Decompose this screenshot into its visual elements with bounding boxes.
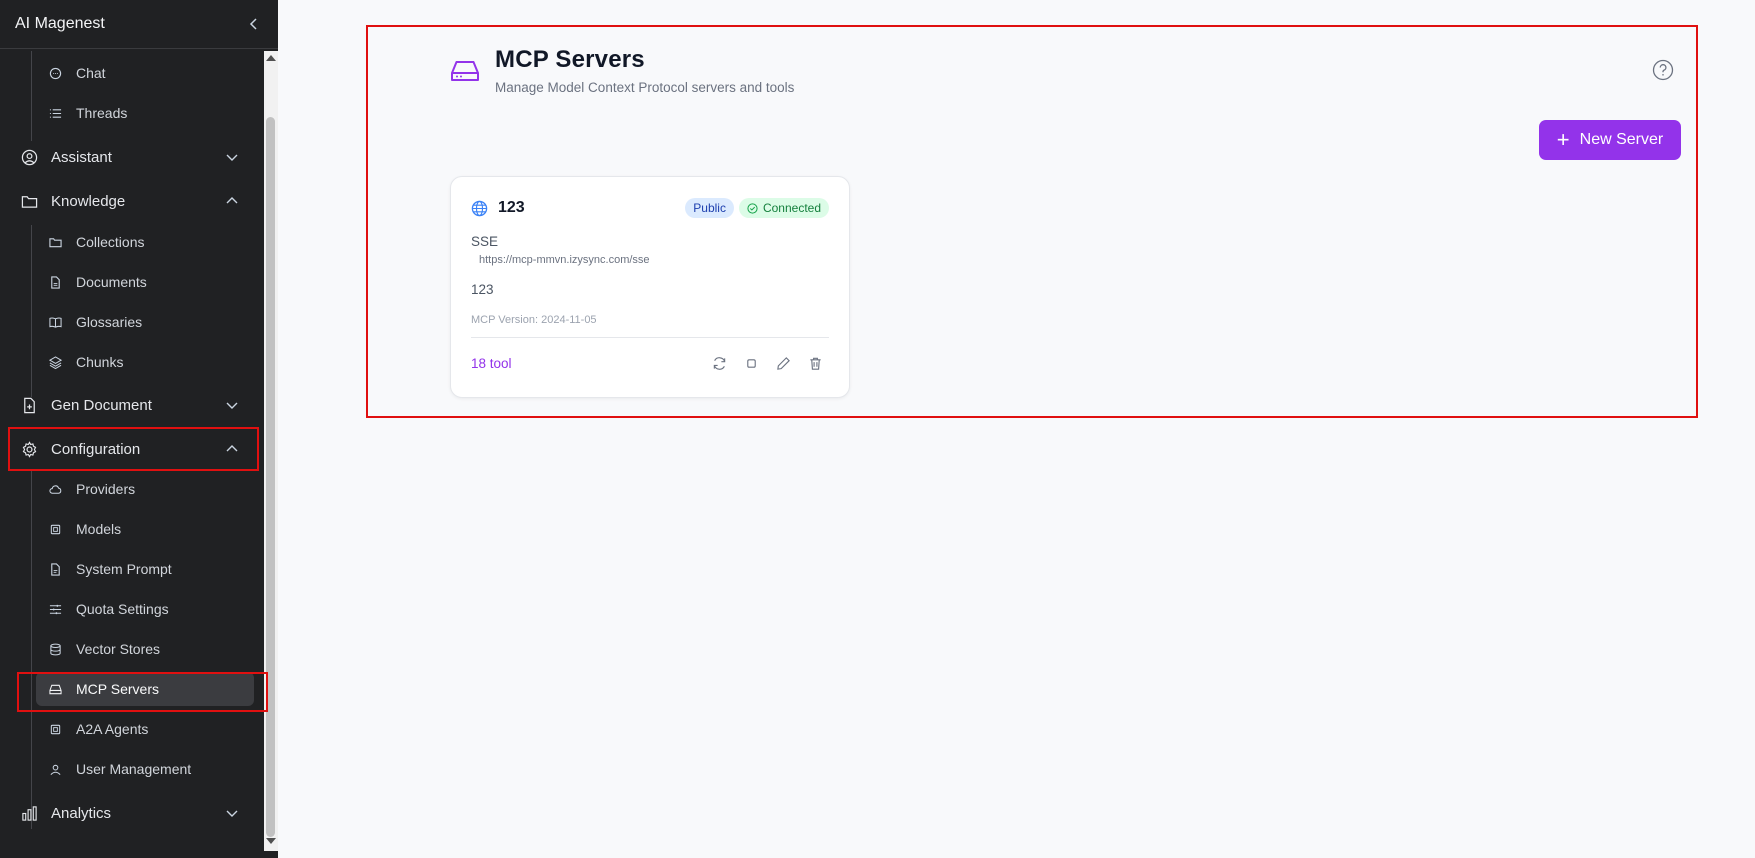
database-icon xyxy=(48,642,62,656)
file-plus-icon xyxy=(20,396,38,414)
sidebar-item-user-management[interactable]: User Management xyxy=(0,752,264,786)
sidebar-item-providers[interactable]: Providers xyxy=(0,472,264,506)
sidebar-item-label: Providers xyxy=(76,481,136,497)
sidebar-item-label: Threads xyxy=(76,105,128,121)
cloud-icon xyxy=(48,482,62,496)
sidebar-item-chat[interactable]: Chat xyxy=(0,56,264,90)
chevron-down-icon xyxy=(226,402,238,409)
sidebar-item-label: Chunks xyxy=(76,354,124,370)
sidebar-item-models[interactable]: Models xyxy=(0,512,264,546)
sidebar-item-gen-document[interactable]: Gen Document xyxy=(0,385,264,425)
users-cog-icon xyxy=(48,762,62,776)
cpu-icon xyxy=(48,722,62,736)
sidebar-item-glossaries[interactable]: Glossaries xyxy=(0,305,264,339)
sidebar-item-collections[interactable]: Collections xyxy=(0,225,264,259)
scroll-down-arrow[interactable] xyxy=(266,838,276,844)
sliders-icon xyxy=(48,602,62,616)
sidebar-item-threads[interactable]: Threads xyxy=(0,96,264,130)
sidebar-item-chunks[interactable]: Chunks xyxy=(0,345,264,379)
sidebar-item-assistant[interactable]: Assistant xyxy=(0,137,264,177)
sidebar-item-label: Collections xyxy=(76,234,145,250)
sidebar-item-label: Models xyxy=(76,521,122,537)
sidebar-item-label: Glossaries xyxy=(76,314,143,330)
user-circle-icon xyxy=(20,148,38,166)
sidebar-item-documents[interactable]: Documents xyxy=(0,265,264,299)
highlight-mcp-servers xyxy=(17,672,268,712)
sidebar-item-label: User Management xyxy=(76,761,192,777)
chevron-down-icon xyxy=(226,154,238,161)
folder-icon xyxy=(20,192,38,210)
scrollbar-thumb[interactable] xyxy=(266,117,275,837)
file-text-icon xyxy=(48,562,62,576)
sidebar-item-label: Chat xyxy=(76,65,106,81)
sidebar-item-quota-settings[interactable]: Quota Settings xyxy=(0,592,264,626)
sidebar-item-label: System Prompt xyxy=(76,561,172,577)
folder-icon xyxy=(48,235,62,249)
bar-chart-icon xyxy=(20,804,38,822)
sidebar-item-label: Quota Settings xyxy=(76,601,169,617)
brand-name: AI Magenest xyxy=(15,15,105,32)
chevron-up-icon xyxy=(226,197,238,204)
sidebar-item-a2a-agents[interactable]: A2A Agents xyxy=(0,712,264,746)
sidebar-item-label: Knowledge xyxy=(51,192,126,210)
document-icon xyxy=(48,275,62,289)
list-icon xyxy=(48,106,62,120)
sidebar-item-vector-stores[interactable]: Vector Stores xyxy=(0,632,264,666)
main-content: MCP Servers Manage Model Context Protoco… xyxy=(278,0,1755,858)
layers-icon xyxy=(48,355,62,369)
sidebar-item-label: Vector Stores xyxy=(76,641,161,657)
sidebar-item-label: A2A Agents xyxy=(76,721,149,737)
collapse-sidebar-icon[interactable] xyxy=(244,14,264,34)
scroll-up-arrow[interactable] xyxy=(266,55,276,61)
sidebar-item-label: Assistant xyxy=(51,148,112,166)
sidebar-item-label: Documents xyxy=(76,274,147,290)
chat-icon xyxy=(48,66,62,80)
highlight-configuration xyxy=(8,427,259,471)
sidebar-item-analytics[interactable]: Analytics xyxy=(0,793,264,833)
sidebar-header: AI Magenest xyxy=(0,0,278,49)
chevron-down-icon xyxy=(226,810,238,817)
sidebar-item-system-prompt[interactable]: System Prompt xyxy=(0,552,264,586)
highlight-main-panel xyxy=(366,25,1698,418)
sidebar-item-label: Analytics xyxy=(51,804,112,822)
sidebar-item-knowledge[interactable]: Knowledge xyxy=(0,181,264,221)
cpu-icon xyxy=(48,522,62,536)
book-icon xyxy=(48,315,62,329)
sidebar-item-label: Gen Document xyxy=(51,396,152,414)
